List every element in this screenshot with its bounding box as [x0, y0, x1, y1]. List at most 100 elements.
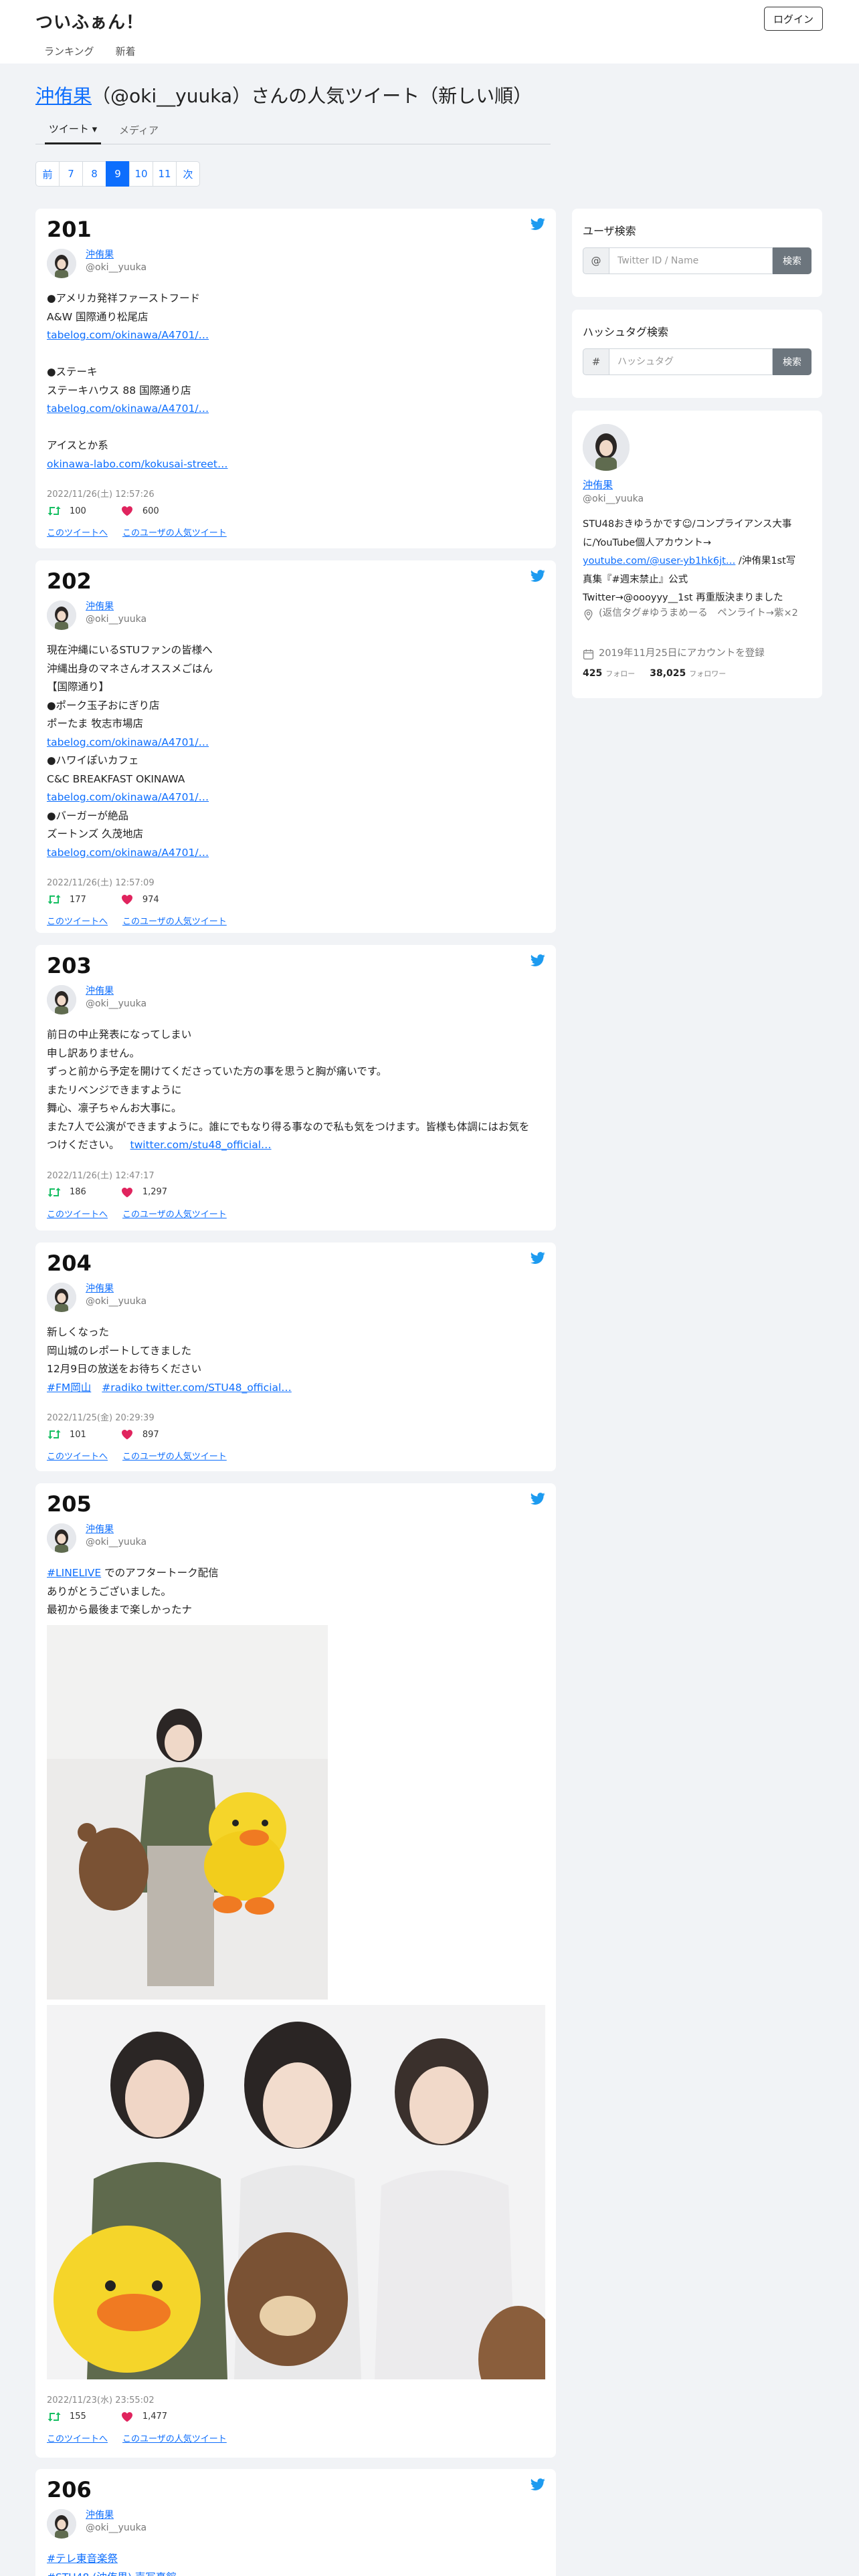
profile-counts: 425 フォロー 38,025 フォロワー — [583, 668, 741, 679]
tab-tweets[interactable]: ツイート ▾ — [45, 115, 101, 144]
page-11[interactable]: 11 — [153, 161, 177, 187]
tweet-user-name-link[interactable]: 沖侑果 — [86, 984, 114, 997]
page-9-current[interactable]: 9 — [106, 161, 130, 187]
tweet-rank: 202 — [47, 568, 92, 594]
tweet-user-name-link[interactable]: 沖侑果 — [86, 1522, 114, 1535]
tweet-text-line — [47, 345, 549, 364]
tweet-link[interactable]: tabelog.com/okinawa/A4701/… — [47, 403, 209, 415]
to-tweet-link[interactable]: このツイートへ — [47, 1207, 108, 1220]
tweet-text-line: ●バーガーが絶品 — [47, 807, 549, 826]
tweet-link[interactable]: okinawa-labo.com/kokusai-street… — [47, 458, 228, 470]
hash-icon: # — [583, 348, 609, 375]
tweet-link[interactable]: tabelog.com/okinawa/A4701/… — [47, 847, 209, 859]
to-tweet-link[interactable]: このツイートへ — [47, 526, 108, 538]
user-popular-link[interactable]: このユーザの人気ツイート — [122, 914, 227, 927]
tweet-link[interactable]: #FM岡山 — [47, 1382, 91, 1394]
tweet-stats: 100 600 — [47, 506, 159, 516]
tweet-text-line: 12月9日の放送をお待ちください — [47, 1360, 549, 1379]
page-next[interactable]: 次 — [176, 161, 200, 187]
twitter-bird-icon[interactable] — [530, 570, 545, 582]
nav-new[interactable]: 新着 — [116, 44, 136, 58]
tweet-link[interactable]: tabelog.com/okinawa/A4701/… — [47, 791, 209, 803]
like-count: 600 — [142, 506, 159, 516]
hashtag-search-button[interactable]: 検索 — [773, 348, 812, 375]
tweet-text-segment: A&W 国際通り松尾店 — [47, 310, 149, 323]
twitter-bird-icon[interactable] — [530, 218, 545, 230]
heart-icon — [121, 2411, 133, 2422]
tweet-text-line: またリベンジできますように — [47, 1081, 549, 1100]
like-count: 974 — [142, 894, 159, 905]
tweet-links: このツイートへ このユーザの人気ツイート — [47, 914, 227, 927]
tweet-card: 201 沖侑果 @oki__yuuka ●アメリカ発祥ファーストフード A&W 国際通り… — [35, 209, 556, 548]
page-7[interactable]: 7 — [59, 161, 83, 187]
tweet-avatar[interactable] — [47, 1523, 76, 1553]
tweet-text-line: ●ポーク玉子おにぎり店 — [47, 697, 549, 716]
user-popular-link[interactable]: このユーザの人気ツイート — [122, 1449, 227, 1462]
profile-bio-line: youtube.com/@user-yb1hk6jt… /沖侑果1st写 — [583, 552, 814, 571]
twitter-bird-icon[interactable] — [530, 954, 545, 966]
followers-count: 38,025 — [650, 668, 686, 679]
tweet-avatar[interactable] — [47, 985, 76, 1014]
tweet-user-name-link[interactable]: 沖侑果 — [86, 1281, 114, 1295]
twitter-bird-icon[interactable] — [530, 1493, 545, 1505]
user-search-group: @ 検索 — [583, 247, 812, 274]
tweet-user-name-link[interactable]: 沖侑果 — [86, 247, 114, 261]
tweet-link[interactable]: #テレ東音楽祭 — [47, 2553, 118, 2565]
tweet-link[interactable]: twitter.com/stu48_official… — [130, 1139, 272, 1151]
user-popular-link[interactable]: このユーザの人気ツイート — [122, 1207, 227, 1220]
user-search-button[interactable]: 検索 — [773, 247, 812, 274]
nav-ranking[interactable]: ランキング — [44, 44, 94, 58]
tweet-text: 現在沖縄にいるSTUファンの皆様へ 沖縄出身のマネさんオススメごはん 【国際通り】 ●… — [47, 641, 549, 862]
tweet-text-line: ありがとうございました。 — [47, 1583, 549, 1602]
tweet-rank: 205 — [47, 1491, 92, 1517]
site-logo[interactable]: ついふぁん！ — [35, 9, 144, 33]
profile-avatar[interactable] — [583, 424, 630, 471]
to-tweet-link[interactable]: このツイートへ — [47, 1449, 108, 1462]
profile-handle: @oki__yuuka — [583, 494, 644, 504]
tweet-user-name-link[interactable]: 沖侑果 — [86, 599, 114, 613]
retweet-count: 100 — [70, 506, 86, 516]
retweet-icon — [47, 1187, 62, 1198]
tweet-avatar[interactable] — [47, 601, 76, 630]
to-tweet-link[interactable]: このツイートへ — [47, 2432, 108, 2444]
tweet-rank: 206 — [47, 2477, 92, 2502]
tweet-text-segment: アイスとか系 — [47, 439, 108, 451]
profile-bio-link[interactable]: youtube.com/@user-yb1hk6jt… — [583, 556, 735, 566]
page-prev[interactable]: 前 — [35, 161, 60, 187]
tweet-link[interactable]: #STU48 (沖侑果) 声写真館 — [47, 2571, 177, 2576]
tweet-link[interactable]: tabelog.com/okinawa/A4701/… — [47, 736, 209, 748]
tweet-avatar[interactable] — [47, 249, 76, 278]
profile-name-link[interactable]: 沖侑果 — [583, 477, 613, 492]
tweet-links: このツイートへ このユーザの人気ツイート — [47, 2432, 227, 2444]
tweet-avatar[interactable] — [47, 1283, 76, 1312]
hashtag-search-input[interactable] — [609, 348, 773, 375]
tweet-link[interactable]: tabelog.com/okinawa/A4701/… — [47, 329, 209, 341]
tweet-text-line: ●ハワイぽいカフェ — [47, 752, 549, 770]
user-popular-link[interactable]: このユーザの人気ツイート — [122, 526, 227, 538]
tweet-avatar[interactable] — [47, 2509, 76, 2539]
page-8[interactable]: 8 — [82, 161, 106, 187]
heart-icon — [121, 1187, 133, 1198]
tweet-text-segment: ●アメリカ発祥ファーストフード — [47, 292, 200, 304]
tweet-link[interactable]: #LINELIVE — [47, 1567, 101, 1579]
tweet-date: 2022/11/23(水) 23:55:02 — [47, 2395, 155, 2405]
tweet-user-name-link[interactable]: 沖侑果 — [86, 2508, 114, 2521]
tweet-photo[interactable] — [47, 1624, 328, 2000]
tweet-text-segment: ステーキハウス 88 国際通り店 — [47, 384, 191, 397]
tweet-link[interactable]: #radiko twitter.com/STU48_official… — [102, 1382, 292, 1394]
page-10[interactable]: 10 — [129, 161, 153, 187]
user-search-input[interactable] — [609, 247, 773, 274]
to-tweet-link[interactable]: このツイートへ — [47, 914, 108, 927]
twitter-bird-icon[interactable] — [530, 2478, 545, 2490]
tweet-photo[interactable] — [47, 2004, 545, 2379]
tweet-stats: 155 1,477 — [47, 2411, 167, 2422]
tweet-card: 204 沖侑果 @oki__yuuka 新しくなった 岡山城のレポートしてきました 12月… — [35, 1243, 556, 1471]
profile-bio-line: Twitter→@oooyyy__1st 再重版決まりました — [583, 589, 814, 608]
twitter-bird-icon[interactable] — [530, 1252, 545, 1264]
tweet-date: 2022/11/26(土) 12:57:09 — [47, 878, 155, 888]
page-title-user-link[interactable]: 沖侑果 — [35, 85, 92, 107]
login-button[interactable]: ログイン — [764, 7, 823, 31]
tweet-text-line: ステーキハウス 88 国際通り店 — [47, 382, 549, 401]
user-popular-link[interactable]: このユーザの人気ツイート — [122, 2432, 227, 2444]
tab-media[interactable]: メディア — [119, 115, 159, 144]
